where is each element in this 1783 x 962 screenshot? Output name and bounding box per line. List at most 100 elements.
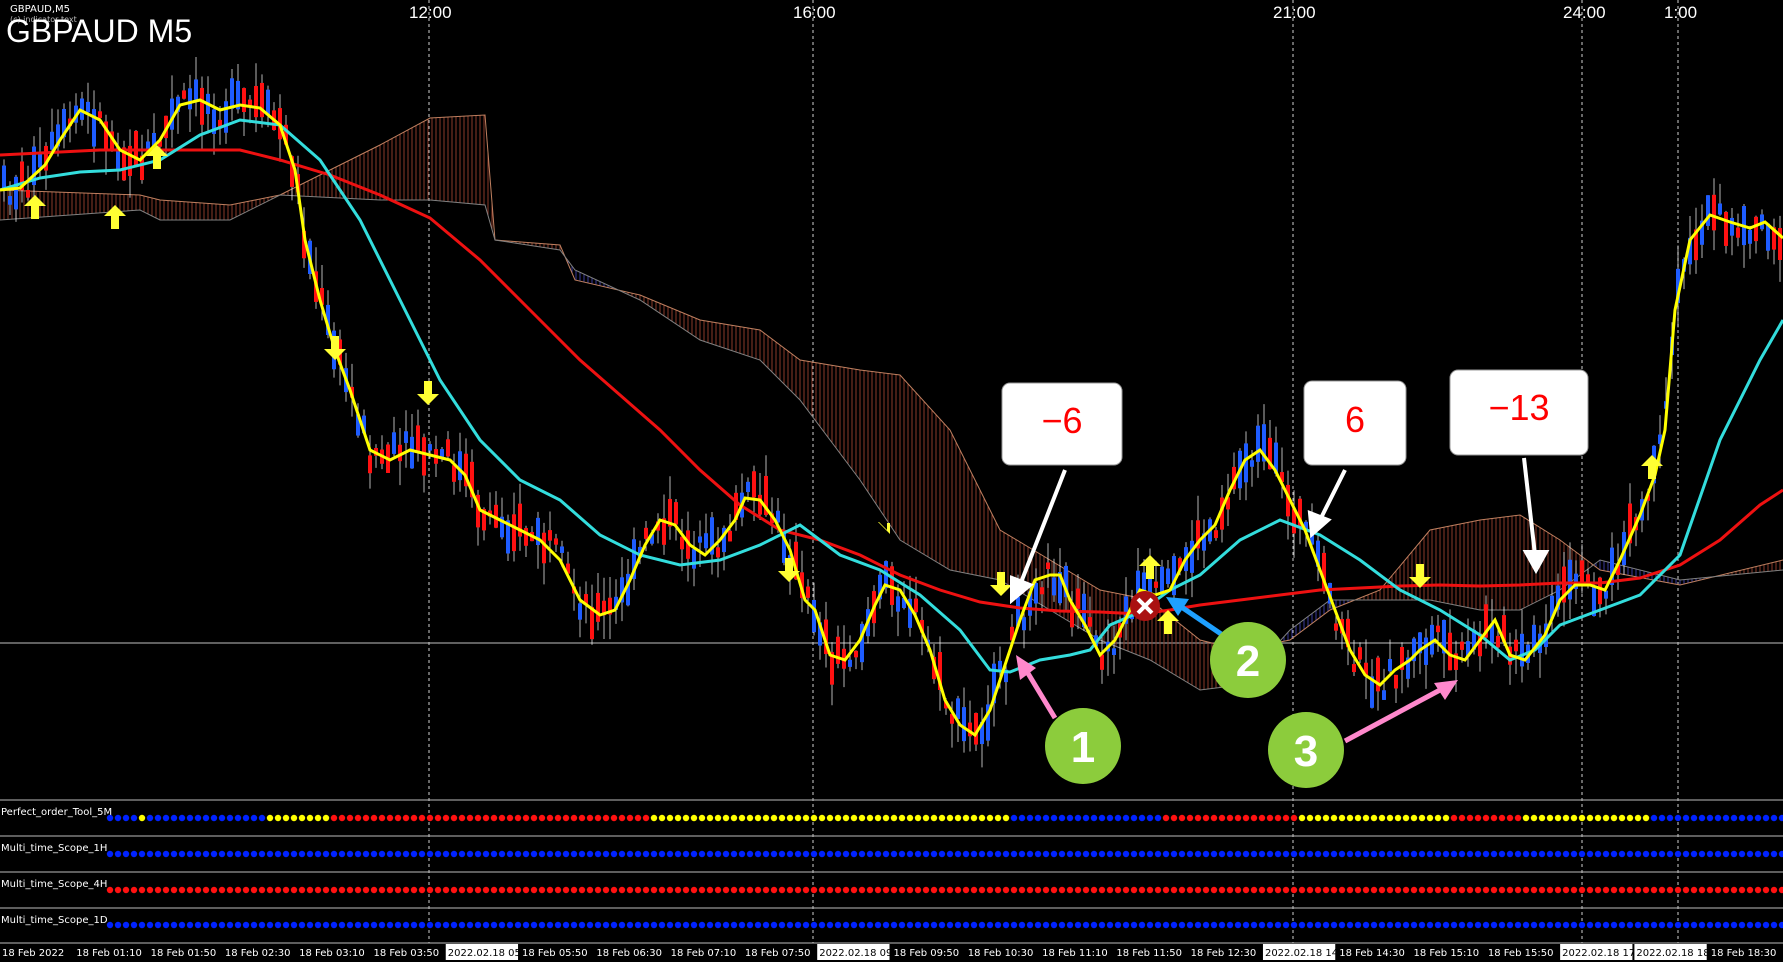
indicator-dot bbox=[946, 886, 954, 894]
indicator-dot bbox=[570, 814, 578, 822]
indicator-dot bbox=[978, 850, 986, 858]
indicator-dot bbox=[1042, 814, 1050, 822]
candle-body bbox=[86, 101, 90, 113]
indicator-dot bbox=[1618, 886, 1626, 894]
indicator-dot bbox=[474, 921, 482, 929]
indicator-dot bbox=[882, 886, 890, 894]
candle-body bbox=[962, 707, 966, 742]
indicator-dot bbox=[1234, 850, 1242, 858]
indicator-dot bbox=[1482, 921, 1490, 929]
indicator-dot bbox=[258, 814, 266, 822]
indicator-dot bbox=[1602, 921, 1610, 929]
candle-body bbox=[1166, 568, 1170, 585]
indicator-dot bbox=[506, 886, 514, 894]
indicator-dot bbox=[914, 850, 922, 858]
indicator-dot bbox=[754, 850, 762, 858]
indicator-dot bbox=[530, 886, 538, 894]
indicator-dot bbox=[1154, 921, 1162, 929]
panel-label-4: Multi_time_Scope_1D bbox=[1, 915, 108, 926]
indicator-dot bbox=[1298, 814, 1306, 822]
indicator-dot bbox=[1058, 921, 1066, 929]
candle-body bbox=[230, 78, 234, 109]
indicator-dot bbox=[170, 921, 178, 929]
indicator-dot bbox=[1674, 921, 1682, 929]
indicator-dot bbox=[1234, 814, 1242, 822]
indicator-dot bbox=[1466, 886, 1474, 894]
indicator-dot bbox=[786, 850, 794, 858]
indicator-dot bbox=[1274, 850, 1282, 858]
indicator-dot bbox=[834, 886, 842, 894]
indicator-dot bbox=[970, 850, 978, 858]
indicator-dot bbox=[1762, 850, 1770, 858]
indicator-dot bbox=[866, 814, 874, 822]
indicator-dot bbox=[1098, 850, 1106, 858]
indicator-dot bbox=[770, 886, 778, 894]
indicator-dot bbox=[706, 850, 714, 858]
indicator-dot bbox=[226, 850, 234, 858]
indicator-dot bbox=[1218, 921, 1226, 929]
indicator-dot bbox=[890, 886, 898, 894]
candle-body bbox=[1052, 577, 1056, 596]
indicator-dot bbox=[1522, 814, 1530, 822]
indicator-dot bbox=[890, 921, 898, 929]
indicator-dot bbox=[546, 886, 554, 894]
indicator-dot bbox=[906, 886, 914, 894]
indicator-dot bbox=[722, 814, 730, 822]
indicator-dot bbox=[1618, 850, 1626, 858]
indicator-dot bbox=[178, 850, 186, 858]
indicator-dot bbox=[1050, 921, 1058, 929]
axis-label: 18 Feb 14:30 bbox=[1339, 948, 1405, 959]
indicator-dot bbox=[954, 886, 962, 894]
indicator-dot bbox=[314, 814, 322, 822]
indicator-dot bbox=[1210, 850, 1218, 858]
indicator-dot bbox=[706, 814, 714, 822]
candle-body bbox=[752, 471, 756, 498]
indicator-dot bbox=[562, 886, 570, 894]
candle-body bbox=[26, 189, 30, 198]
indicator-dot bbox=[386, 886, 394, 894]
indicator-dot bbox=[690, 814, 698, 822]
indicator-dot bbox=[1730, 850, 1738, 858]
candle-body bbox=[8, 196, 12, 205]
indicator-dot bbox=[674, 814, 682, 822]
indicator-dot bbox=[1074, 921, 1082, 929]
indicator-dot bbox=[1266, 814, 1274, 822]
indicator-dot bbox=[1682, 850, 1690, 858]
indicator-dot bbox=[1666, 921, 1674, 929]
indicator-dot bbox=[170, 886, 178, 894]
indicator-dot bbox=[194, 921, 202, 929]
indicator-dot bbox=[1386, 886, 1394, 894]
indicator-dot bbox=[770, 814, 778, 822]
indicator-dot bbox=[1226, 886, 1234, 894]
indicator-dot bbox=[1194, 886, 1202, 894]
indicator-dot bbox=[770, 850, 778, 858]
indicator-dot bbox=[930, 886, 938, 894]
indicator-dot bbox=[426, 850, 434, 858]
indicator-dot bbox=[322, 886, 330, 894]
indicator-dot bbox=[674, 921, 682, 929]
indicator-dot bbox=[138, 886, 146, 894]
callout-box-3: −13 bbox=[1449, 369, 1589, 456]
indicator-dot bbox=[562, 814, 570, 822]
indicator-dot bbox=[282, 886, 290, 894]
indicator-dot bbox=[1610, 814, 1618, 822]
indicator-dot bbox=[1562, 850, 1570, 858]
indicator-dot bbox=[370, 850, 378, 858]
indicator-dot bbox=[986, 921, 994, 929]
indicator-dot bbox=[1354, 921, 1362, 929]
indicator-dot bbox=[1490, 850, 1498, 858]
indicator-dot bbox=[122, 814, 130, 822]
indicator-dot bbox=[610, 814, 618, 822]
indicator-dot bbox=[522, 850, 530, 858]
candle-body bbox=[1076, 588, 1080, 609]
indicator-dot bbox=[714, 886, 722, 894]
indicator-dot bbox=[1122, 850, 1130, 858]
indicator-dot bbox=[882, 850, 890, 858]
indicator-dot bbox=[730, 850, 738, 858]
indicator-dot bbox=[658, 886, 666, 894]
indicator-dot bbox=[1498, 814, 1506, 822]
indicator-dot bbox=[1554, 814, 1562, 822]
indicator-dot bbox=[642, 921, 650, 929]
indicator-dot bbox=[1770, 886, 1778, 894]
indicator-dot bbox=[394, 921, 402, 929]
